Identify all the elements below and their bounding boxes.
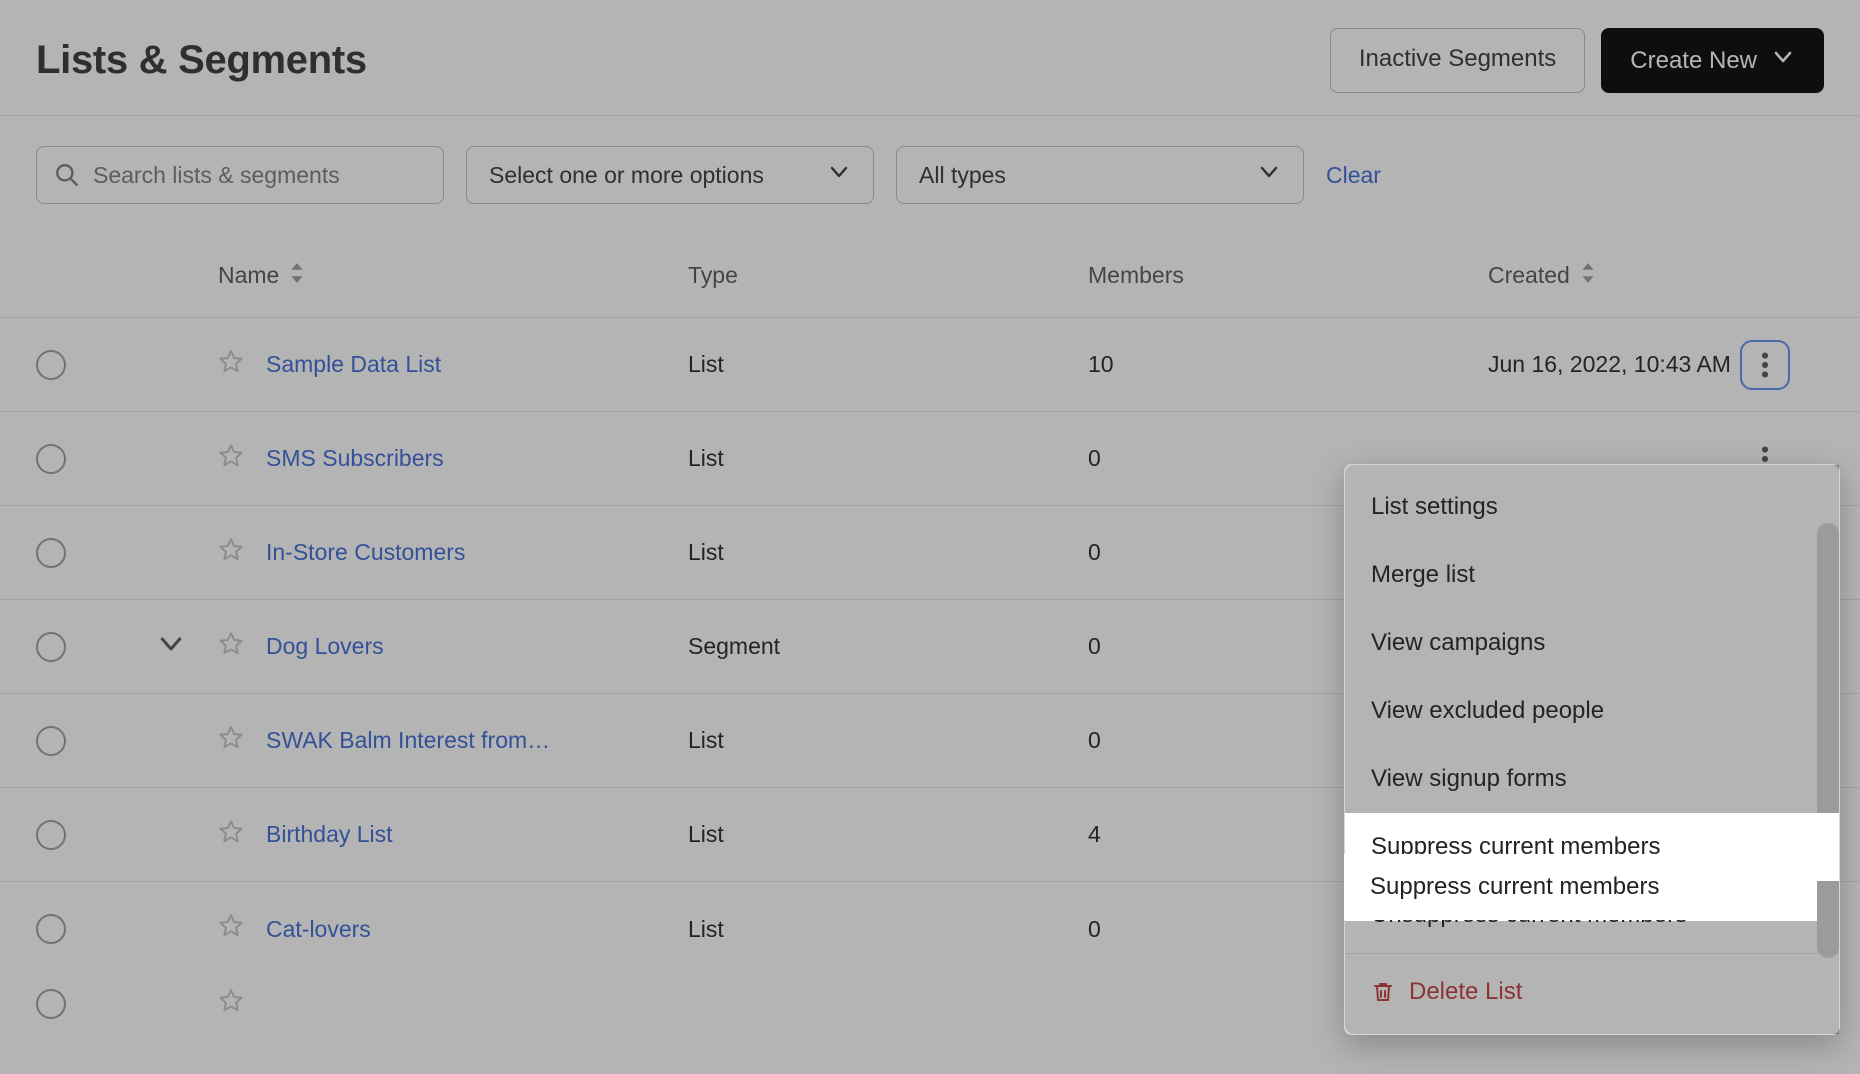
column-created[interactable]: Created (1488, 262, 1570, 289)
menu-item[interactable]: View excluded people (1345, 677, 1839, 745)
types-select[interactable]: All types (896, 146, 1304, 204)
chevron-down-icon (1771, 45, 1795, 76)
menu-divider (1345, 953, 1839, 954)
row-type: List (688, 916, 1088, 943)
star-icon[interactable] (218, 725, 244, 757)
row-type: List (688, 539, 1088, 566)
tags-select[interactable]: Select one or more options (466, 146, 874, 204)
search-input[interactable] (36, 146, 444, 204)
list-name-link[interactable]: Sample Data List (266, 351, 441, 378)
row-type: List (688, 445, 1088, 472)
row-type: List (688, 727, 1088, 754)
search-icon (54, 162, 80, 188)
row-checkbox[interactable] (36, 989, 66, 1019)
tags-select-label: Select one or more options (489, 162, 764, 189)
sort-icon[interactable] (1580, 262, 1596, 290)
clear-filters-link[interactable]: Clear (1326, 162, 1381, 189)
list-name-link[interactable]: In-Store Customers (266, 539, 465, 566)
row-members: 10 (1088, 351, 1488, 378)
trash-icon (1371, 980, 1395, 1004)
list-name-link[interactable]: Cat-lovers (266, 916, 371, 943)
page-title: Lists & Segments (36, 38, 367, 83)
list-name-link[interactable]: SMS Subscribers (266, 445, 444, 472)
menu-item[interactable]: View campaigns (1345, 609, 1839, 677)
star-icon[interactable] (218, 537, 244, 569)
row-checkbox[interactable] (36, 632, 66, 662)
chevron-down-icon (827, 160, 851, 190)
star-icon[interactable] (218, 819, 244, 851)
row-checkbox[interactable] (36, 444, 66, 474)
row-context-menu: List settingsMerge listView campaignsVie… (1344, 464, 1840, 1035)
table-row: Sample Data List List10Jun 16, 2022, 10:4… (0, 318, 1860, 412)
column-name[interactable]: Name (218, 262, 279, 289)
menu-item-highlighted[interactable]: Suppress current members (1344, 854, 1816, 920)
create-new-button[interactable]: Create New (1601, 28, 1824, 93)
row-created: Jun 16, 2022, 10:43 AM (1488, 351, 1744, 378)
chevron-down-icon[interactable] (156, 638, 186, 664)
row-checkbox[interactable] (36, 726, 66, 756)
row-type: Segment (688, 633, 1088, 660)
list-name-link[interactable]: Dog Lovers (266, 633, 384, 660)
list-name-link[interactable]: Birthday List (266, 821, 393, 848)
row-checkbox[interactable] (36, 820, 66, 850)
star-icon[interactable] (218, 349, 244, 381)
star-icon[interactable] (218, 913, 244, 945)
row-actions-button[interactable] (1744, 344, 1786, 386)
row-checkbox[interactable] (36, 914, 66, 944)
create-new-label: Create New (1630, 47, 1757, 75)
inactive-segments-button[interactable]: Inactive Segments (1330, 28, 1585, 93)
row-checkbox[interactable] (36, 350, 66, 380)
list-name-link[interactable]: SWAK Balm Interest from… (266, 727, 550, 754)
row-type: List (688, 351, 1088, 378)
column-type: Type (688, 262, 1088, 289)
menu-scrollbar[interactable] (1817, 523, 1839, 958)
sort-icon[interactable] (289, 262, 305, 290)
menu-item[interactable]: Merge list (1345, 541, 1839, 609)
menu-item[interactable]: View signup forms (1345, 745, 1839, 813)
chevron-down-icon (1257, 160, 1281, 190)
star-icon[interactable] (218, 443, 244, 475)
row-checkbox[interactable] (36, 538, 66, 568)
menu-item-delete[interactable]: Delete List (1345, 958, 1839, 1026)
star-icon[interactable] (218, 988, 244, 1020)
row-type: List (688, 821, 1088, 848)
types-select-label: All types (919, 162, 1006, 189)
star-icon[interactable] (218, 631, 244, 663)
column-members: Members (1088, 262, 1488, 289)
menu-item[interactable]: List settings (1345, 473, 1839, 541)
